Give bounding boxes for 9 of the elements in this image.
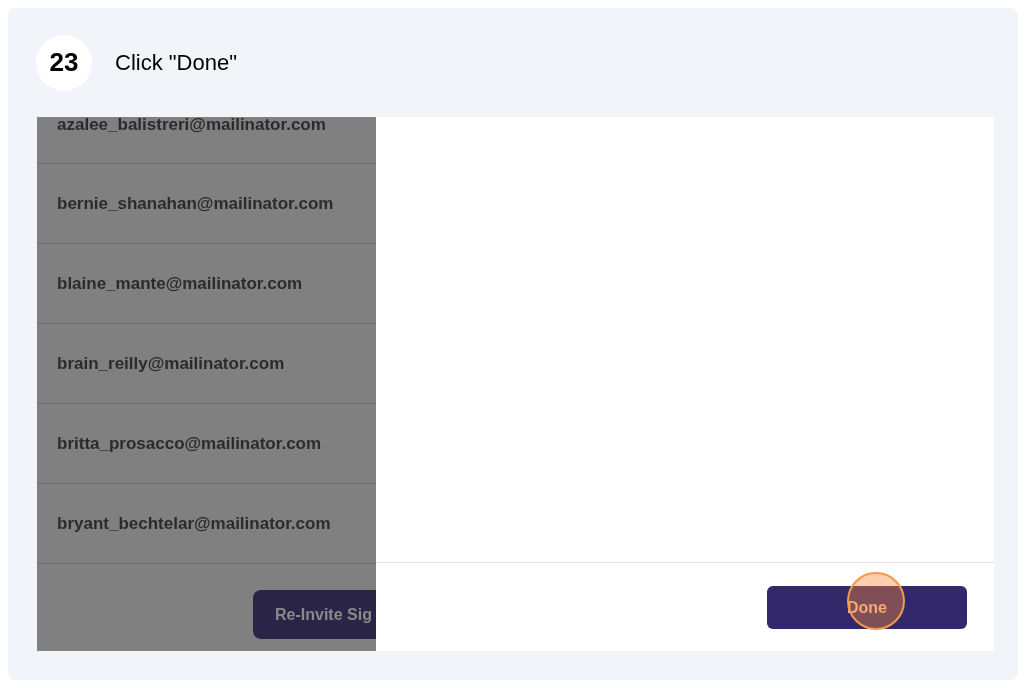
email-address: bernie_shanahan@mailinator.com: [56, 192, 334, 215]
step-number: 23: [36, 34, 92, 91]
email-address: brain_reilly@mailinator.com: [56, 352, 285, 375]
email-address: blaine_mante@mailinator.com: [56, 272, 303, 295]
re-invite-button[interactable]: Re-Invite Sig: [253, 590, 376, 639]
step-instruction: Click "Done": [115, 49, 237, 77]
email-address: bryant_bechtelar@mailinator.com: [56, 512, 331, 535]
email-address: azalee_balistreri@mailinator.com: [56, 117, 326, 133]
email-address: britta_prosacco@mailinator.com: [56, 432, 322, 455]
